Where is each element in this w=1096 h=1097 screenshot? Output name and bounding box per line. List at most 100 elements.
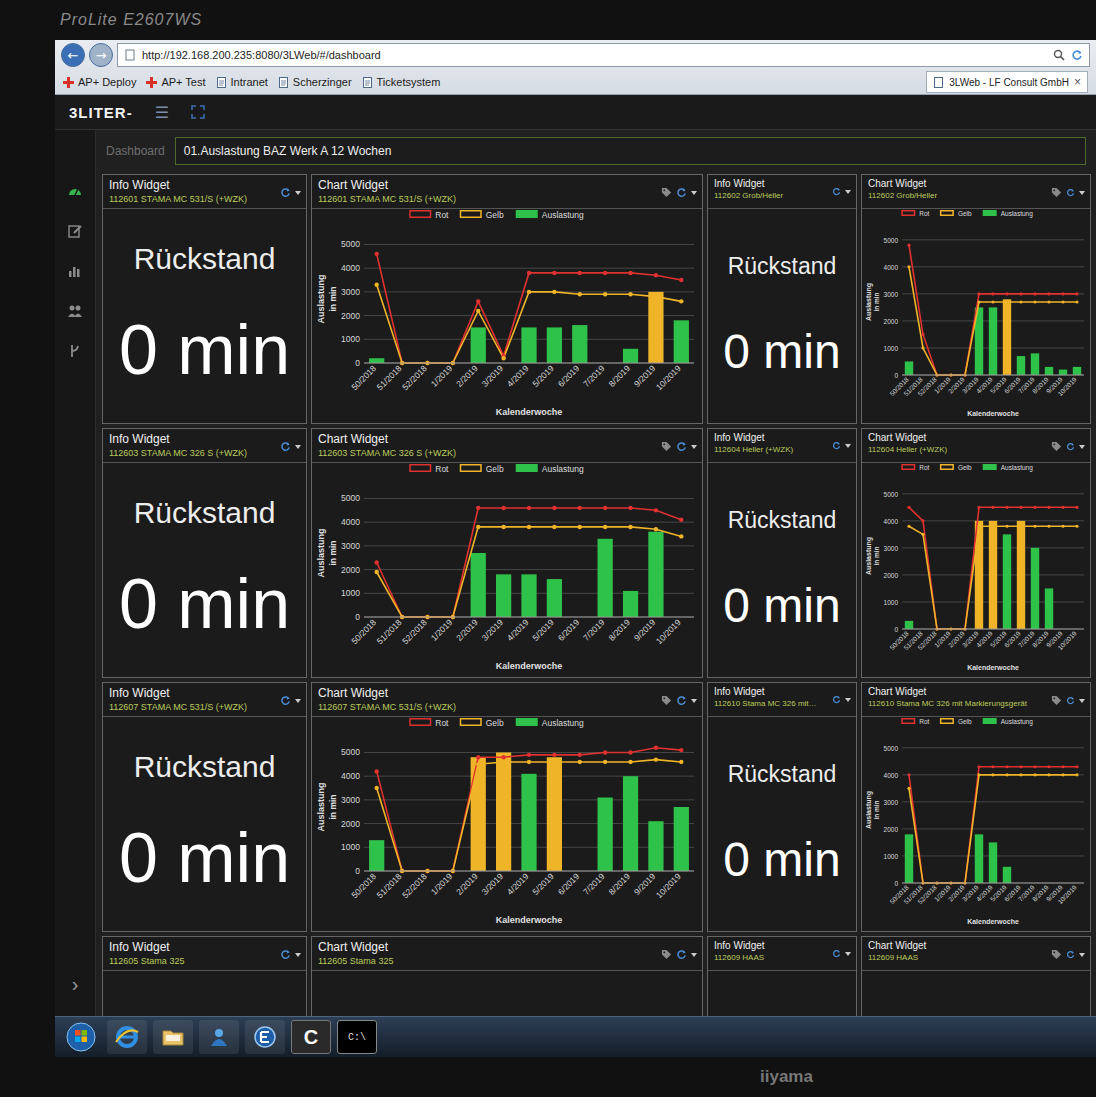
point[interactable]: [1061, 300, 1064, 303]
point[interactable]: [374, 570, 378, 574]
point[interactable]: [977, 765, 980, 768]
point[interactable]: [679, 299, 683, 303]
forward-button[interactable]: →: [89, 43, 113, 67]
point[interactable]: [1033, 525, 1036, 528]
point[interactable]: [907, 787, 910, 790]
bar[interactable]: [1073, 367, 1081, 375]
point[interactable]: [1019, 300, 1022, 303]
point[interactable]: [501, 755, 505, 759]
point[interactable]: [977, 506, 980, 509]
point[interactable]: [1019, 765, 1022, 768]
point[interactable]: [1061, 525, 1064, 528]
point[interactable]: [1075, 525, 1078, 528]
bar[interactable]: [471, 553, 486, 617]
point[interactable]: [1075, 506, 1078, 509]
point[interactable]: [552, 506, 556, 510]
legend-item[interactable]: Gelb: [941, 718, 972, 725]
refresh-icon[interactable]: [280, 949, 291, 960]
start-button[interactable]: [61, 1020, 101, 1054]
point[interactable]: [907, 525, 910, 528]
dropdown-caret-icon[interactable]: [295, 699, 301, 703]
refresh-icon[interactable]: [832, 441, 841, 450]
bar[interactable]: [623, 349, 638, 363]
close-tab-button[interactable]: ×: [1074, 75, 1081, 89]
bar[interactable]: [674, 320, 689, 363]
taskbar-item[interactable]: [199, 1020, 239, 1054]
tag-icon[interactable]: [1051, 441, 1062, 452]
bookmark[interactable]: Intranet: [216, 76, 268, 88]
bar[interactable]: [1059, 370, 1067, 375]
point[interactable]: [603, 750, 607, 754]
refresh-icon[interactable]: [676, 949, 687, 960]
point[interactable]: [1019, 525, 1022, 528]
point[interactable]: [527, 271, 531, 275]
point[interactable]: [1019, 773, 1022, 776]
point[interactable]: [527, 290, 531, 294]
bar[interactable]: [1017, 521, 1025, 629]
point[interactable]: [679, 518, 683, 522]
command-prompt-button[interactable]: C:\: [337, 1020, 377, 1054]
legend-item[interactable]: Rot: [902, 718, 930, 725]
sidebar-item[interactable]: [63, 180, 87, 202]
refresh-icon[interactable]: [832, 695, 841, 704]
point[interactable]: [654, 746, 658, 750]
refresh-icon[interactable]: [1066, 188, 1075, 197]
dropdown-caret-icon[interactable]: [295, 191, 301, 195]
point[interactable]: [1033, 773, 1036, 776]
browser-tab[interactable]: 3LWeb - LF Consult GmbH ×: [926, 71, 1088, 93]
address-bar[interactable]: http://192.168.200.235:8080/3LWeb/#/dash…: [117, 43, 1090, 67]
dropdown-caret-icon[interactable]: [691, 699, 697, 703]
legend-item[interactable]: Gelb: [461, 210, 504, 220]
point[interactable]: [1033, 506, 1036, 509]
point[interactable]: [628, 750, 632, 754]
legend-item[interactable]: Auslastung: [516, 718, 584, 728]
dropdown-caret-icon[interactable]: [845, 952, 851, 956]
tag-icon[interactable]: [661, 441, 672, 452]
point[interactable]: [1005, 765, 1008, 768]
bar[interactable]: [1045, 367, 1053, 375]
bar[interactable]: [648, 292, 663, 363]
point[interactable]: [977, 300, 980, 303]
point[interactable]: [907, 506, 910, 509]
bar[interactable]: [1031, 353, 1039, 375]
tag-icon[interactable]: [1051, 695, 1062, 706]
point[interactable]: [374, 769, 378, 773]
point[interactable]: [907, 265, 910, 268]
point[interactable]: [603, 525, 607, 529]
dropdown-caret-icon[interactable]: [691, 445, 697, 449]
bar[interactable]: [471, 757, 486, 871]
refresh-icon[interactable]: [832, 187, 841, 196]
point[interactable]: [907, 244, 910, 247]
refresh-icon[interactable]: [1066, 950, 1075, 959]
bar[interactable]: [648, 821, 663, 871]
point[interactable]: [1033, 300, 1036, 303]
bar[interactable]: [623, 591, 638, 617]
dashboard-select[interactable]: 01.Auslastung BAZ Werk A 12 Wochen: [175, 137, 1086, 165]
sidebar-item[interactable]: [63, 260, 87, 282]
point[interactable]: [578, 760, 582, 764]
search-icon[interactable]: [1053, 49, 1065, 61]
bar[interactable]: [905, 361, 913, 375]
point[interactable]: [476, 506, 480, 510]
point[interactable]: [1033, 292, 1036, 295]
point[interactable]: [679, 760, 683, 764]
dropdown-caret-icon[interactable]: [691, 191, 697, 195]
point[interactable]: [1075, 292, 1078, 295]
point[interactable]: [476, 525, 480, 529]
point[interactable]: [552, 271, 556, 275]
point[interactable]: [1047, 765, 1050, 768]
point[interactable]: [1061, 292, 1064, 295]
point[interactable]: [527, 753, 531, 757]
point[interactable]: [1047, 525, 1050, 528]
expand-sidebar-button[interactable]: ›: [72, 973, 79, 1016]
dropdown-caret-icon[interactable]: [1079, 191, 1085, 195]
point[interactable]: [476, 755, 480, 759]
dropdown-caret-icon[interactable]: [1079, 699, 1085, 703]
point[interactable]: [578, 292, 582, 296]
point[interactable]: [977, 292, 980, 295]
bar[interactable]: [1031, 548, 1039, 629]
bar[interactable]: [598, 539, 613, 617]
point[interactable]: [991, 765, 994, 768]
bar[interactable]: [369, 840, 384, 871]
point[interactable]: [374, 252, 378, 256]
